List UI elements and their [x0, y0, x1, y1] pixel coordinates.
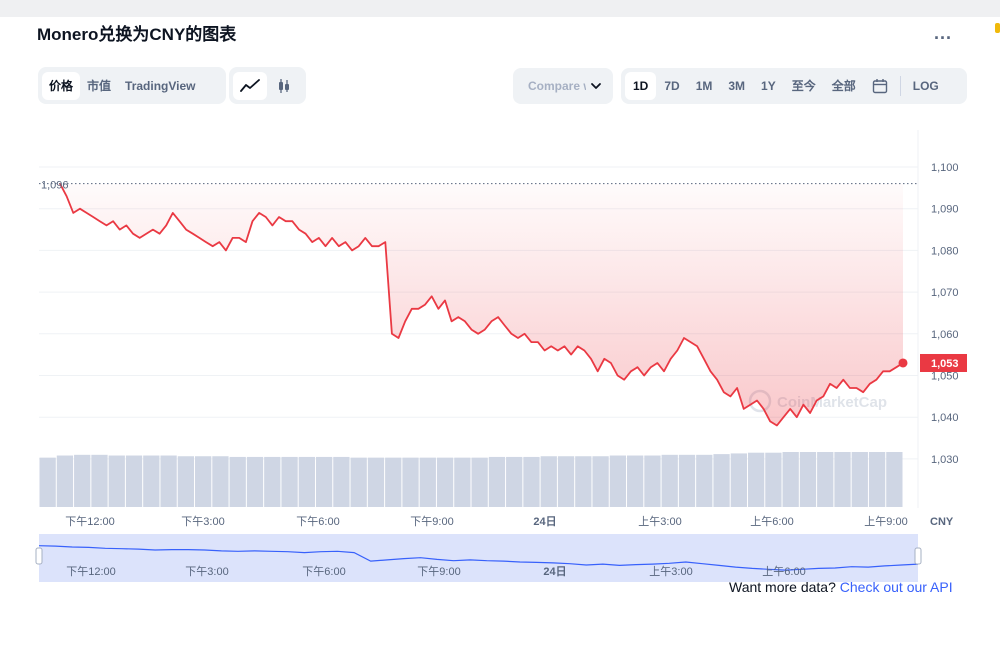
range-3m[interactable]: 3M	[720, 72, 753, 100]
api-link[interactable]: Check out our API	[840, 579, 953, 595]
line-chart-icon	[240, 78, 260, 92]
line-chart-button[interactable]	[233, 71, 267, 100]
range-7d[interactable]: 7D	[656, 72, 687, 100]
range-1m[interactable]: 1M	[688, 72, 721, 100]
tab-market-cap[interactable]: 市值	[80, 72, 118, 100]
api-promo-text: Want more data?	[729, 579, 836, 595]
more-options-button[interactable]: ...	[934, 24, 952, 42]
compare-label: Compare with	[528, 79, 586, 93]
api-promo: Want more data? Check out our API	[729, 579, 953, 595]
compare-dropdown[interactable]: Compare with	[513, 68, 613, 104]
range-1d[interactable]: 1D	[625, 72, 657, 100]
range-all[interactable]: 全部	[824, 72, 864, 100]
edge-marker	[995, 23, 1000, 33]
log-scale-toggle[interactable]: LOG	[905, 72, 947, 100]
range-ytd[interactable]: 至今	[784, 72, 824, 100]
chart-card	[0, 17, 1000, 650]
chart-style-toggle	[229, 67, 306, 104]
page-title: Monero兑换为CNY的图表	[37, 25, 237, 44]
calendar-button[interactable]	[864, 72, 896, 100]
range-divider	[899, 76, 901, 96]
range-1y[interactable]: 1Y	[753, 72, 784, 100]
calendar-icon	[872, 79, 887, 94]
tab-tradingview[interactable]: TradingView	[118, 72, 202, 100]
candlestick-button[interactable]	[267, 72, 301, 100]
chevron-down-icon	[591, 83, 601, 89]
view-tabs: 价格 市值 TradingView	[38, 67, 226, 104]
tab-price[interactable]: 价格	[42, 71, 81, 100]
range-selector: 1D 7D 1M 3M 1Y 至今 全部 LOG	[621, 68, 967, 104]
candlestick-icon	[279, 78, 289, 93]
